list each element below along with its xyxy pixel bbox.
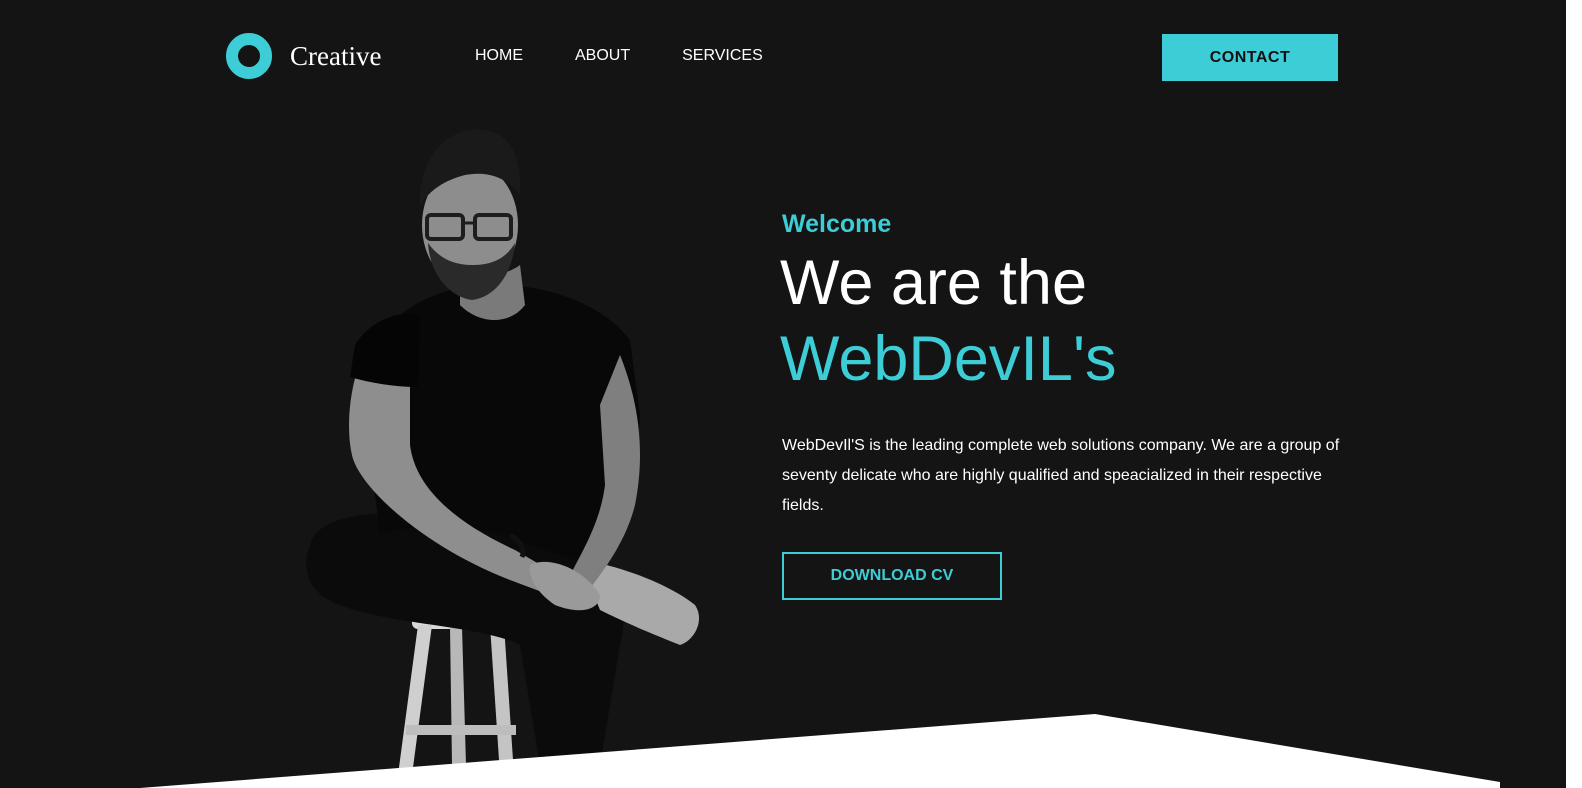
- brand-logo[interactable]: Creative: [226, 33, 381, 79]
- bottom-wave-shape: [140, 714, 1500, 788]
- person-photo: [306, 129, 700, 775]
- page: Creative HOME ABOUT SERVICES CONTACT Wel…: [0, 0, 1582, 788]
- headline-line-2: WebDevIL's: [780, 324, 1117, 394]
- download-cv-button[interactable]: DOWNLOAD CV: [782, 552, 1002, 600]
- headline-line-1: We are the: [780, 248, 1088, 318]
- nav-home-link[interactable]: HOME: [475, 47, 523, 65]
- hero-description: WebDevIl'S is the leading complete web s…: [782, 437, 1340, 514]
- scrollbar-track[interactable]: [1566, 0, 1582, 788]
- contact-button[interactable]: CONTACT: [1162, 34, 1338, 81]
- nav-services-link[interactable]: SERVICES: [682, 47, 763, 65]
- brand-name: Creative: [290, 40, 382, 71]
- main-nav: HOME ABOUT SERVICES: [475, 47, 815, 65]
- nav-about-link[interactable]: ABOUT: [575, 47, 630, 65]
- welcome-label: Welcome: [782, 210, 892, 238]
- ring-logo-icon: [226, 33, 272, 79]
